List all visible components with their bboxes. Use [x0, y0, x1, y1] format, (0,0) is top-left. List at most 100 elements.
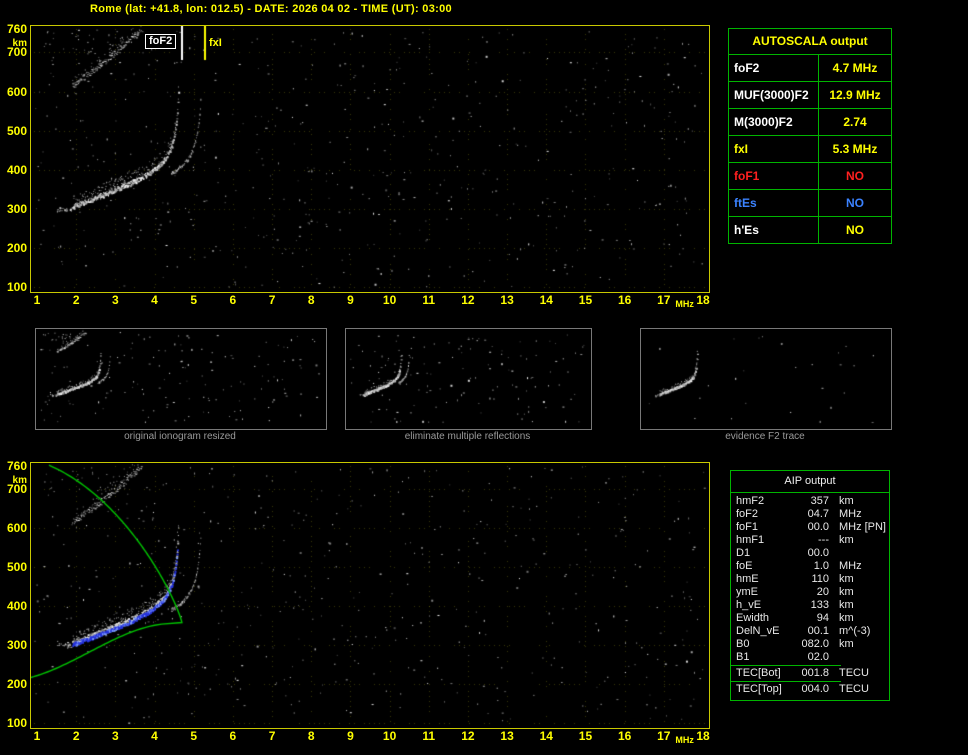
- thumbnail-caption-no-multiples: eliminate multiple reflections: [345, 431, 590, 442]
- aip-row-label: Ewidth: [731, 612, 796, 625]
- x-axis-tick: 18: [696, 729, 709, 743]
- aip-row-label: DelN_vE: [731, 625, 796, 638]
- aip-row: B0082.0 km: [731, 638, 889, 651]
- aip-row-unit: km: [839, 599, 854, 612]
- x-axis-tick: 1: [34, 293, 41, 307]
- aip-output-table: AIP output hmF2357kmfoF204.7MHzfoF100.0M…: [730, 470, 890, 701]
- thumbnail-caption-f2-trace: evidence F2 trace: [640, 431, 890, 442]
- x-axis-tick: 5: [190, 293, 197, 307]
- x-axis-tick: 13: [500, 293, 513, 307]
- thumbnail-f2-trace-canvas: [641, 329, 889, 427]
- fxI-marker-label: fxI: [209, 37, 222, 50]
- aip-row-extra: [886, 599, 889, 612]
- autoscala-row-label: M(3000)F2: [729, 109, 819, 135]
- y-axis-tick: 100: [1, 280, 27, 294]
- aip-row: hmE110km: [731, 573, 889, 586]
- aip-row-label: hmE: [731, 573, 796, 586]
- x-axis-unit: MHz: [675, 733, 694, 747]
- x-axis-tick: 15: [579, 293, 592, 307]
- autoscala-table-title: AUTOSCALA output: [729, 29, 891, 55]
- aip-row-unit: MHz: [839, 508, 862, 521]
- aip-row-extra: [886, 573, 889, 586]
- y-axis-tick: 600: [1, 85, 27, 99]
- tec-separator: [731, 665, 841, 666]
- y-axis-tick: 500: [1, 560, 27, 574]
- aip-row-value: 357: [796, 495, 829, 508]
- autoscala-row-label: ftEs: [729, 190, 819, 216]
- aip-row-value: 20: [796, 586, 829, 599]
- aip-row: h_vE133km: [731, 599, 889, 612]
- autoscala-row-value: 12.9 MHz: [819, 82, 891, 108]
- aip-row-value: 1.0: [796, 560, 829, 573]
- autoscala-row: fxI5.3 MHz: [729, 136, 891, 163]
- aip-row-unit: km: [839, 573, 854, 586]
- autoscala-row: foF24.7 MHz: [729, 55, 891, 82]
- aip-row-unit: km: [839, 612, 854, 625]
- y-axis-tick: 760: [1, 459, 27, 473]
- x-axis-tick: 7: [269, 729, 276, 743]
- autoscala-row-value: 4.7 MHz: [819, 55, 891, 81]
- x-axis-tick: 12: [461, 729, 474, 743]
- x-axis-tick: 7: [269, 293, 276, 307]
- x-axis-tick: 4: [151, 729, 158, 743]
- aip-row-value: 00.1: [796, 625, 829, 638]
- aip-row-label: TEC[Top]: [731, 683, 796, 696]
- aip-row-extra: [886, 534, 889, 547]
- x-axis-tick: 14: [540, 729, 553, 743]
- y-axis-unit: km: [1, 37, 27, 51]
- x-axis-tick: 9: [347, 729, 354, 743]
- aip-row-extra: [PN]: [865, 521, 889, 534]
- aip-row: foF100.0MHz[PN]: [731, 521, 889, 534]
- aip-row-label: foF2: [731, 508, 796, 521]
- aip-row: DelN_vE00.1 m^(-3): [731, 625, 889, 638]
- aip-tec-row: TEC[Bot]001.8TECU: [731, 667, 889, 680]
- station-date-title: Rome (lat: +41.8, lon: 012.5) - DATE: 20…: [90, 3, 452, 15]
- aip-row-extra: [886, 560, 889, 573]
- aip-row-extra: [886, 683, 889, 696]
- y-axis-tick: 100: [1, 716, 27, 730]
- x-axis-tick: 11: [422, 729, 435, 743]
- aip-row-extra: [886, 625, 889, 638]
- x-axis-tick: 16: [618, 729, 631, 743]
- x-axis-tick: 10: [383, 729, 396, 743]
- main-ionogram-plot: foF2 fxI: [30, 25, 710, 293]
- x-axis-tick: 4: [151, 293, 158, 307]
- aip-row-unit: TECU: [839, 667, 869, 680]
- autoscala-row-label: MUF(3000)F2: [729, 82, 819, 108]
- aip-row-unit: km: [839, 495, 854, 508]
- y-axis-tick: 600: [1, 521, 27, 535]
- aip-row-label: D1: [731, 547, 796, 560]
- x-axis-tick: 17: [657, 729, 670, 743]
- aip-row-value: 00.0: [796, 521, 829, 534]
- aip-row-unit: TECU: [839, 683, 869, 696]
- x-axis-tick: 11: [422, 293, 435, 307]
- main-ionogram-canvas: [31, 26, 709, 292]
- tec-separator: [731, 681, 841, 682]
- aip-row-unit: MHz: [839, 521, 862, 534]
- y-axis-tick: 400: [1, 599, 27, 613]
- aip-row-unit: MHz: [839, 560, 862, 573]
- autoscala-row-value: NO: [819, 190, 891, 216]
- thumbnail-no-multiples-canvas: [346, 329, 589, 427]
- aip-table-rows: hmF2357kmfoF204.7MHzfoF100.0MHz[PN]hmF1-…: [731, 495, 889, 696]
- aip-row-value: 04.7: [796, 508, 829, 521]
- aip-row-extra: [886, 586, 889, 599]
- x-axis-tick: 6: [230, 729, 237, 743]
- aip-row: D100.0: [731, 547, 889, 560]
- x-axis-tick: 6: [230, 293, 237, 307]
- autoscala-row-value: NO: [819, 163, 891, 189]
- x-axis-tick: 5: [190, 729, 197, 743]
- aip-row-label: B0: [731, 638, 796, 651]
- aip-row: foE1.0MHz: [731, 560, 889, 573]
- x-axis-tick: 2: [73, 729, 80, 743]
- aip-row-value: 02.0: [796, 651, 829, 664]
- aip-row-unit: km: [839, 534, 854, 547]
- aip-row-extra: [886, 667, 889, 680]
- aip-row-unit: km: [839, 638, 854, 651]
- x-axis-tick: 3: [112, 729, 119, 743]
- aip-row-value: 94: [796, 612, 829, 625]
- aip-row-value: 082.0: [796, 638, 829, 651]
- aip-row-unit: m^(-3): [839, 625, 870, 638]
- aip-row-label: h_vE: [731, 599, 796, 612]
- aip-row-extra: [886, 651, 889, 664]
